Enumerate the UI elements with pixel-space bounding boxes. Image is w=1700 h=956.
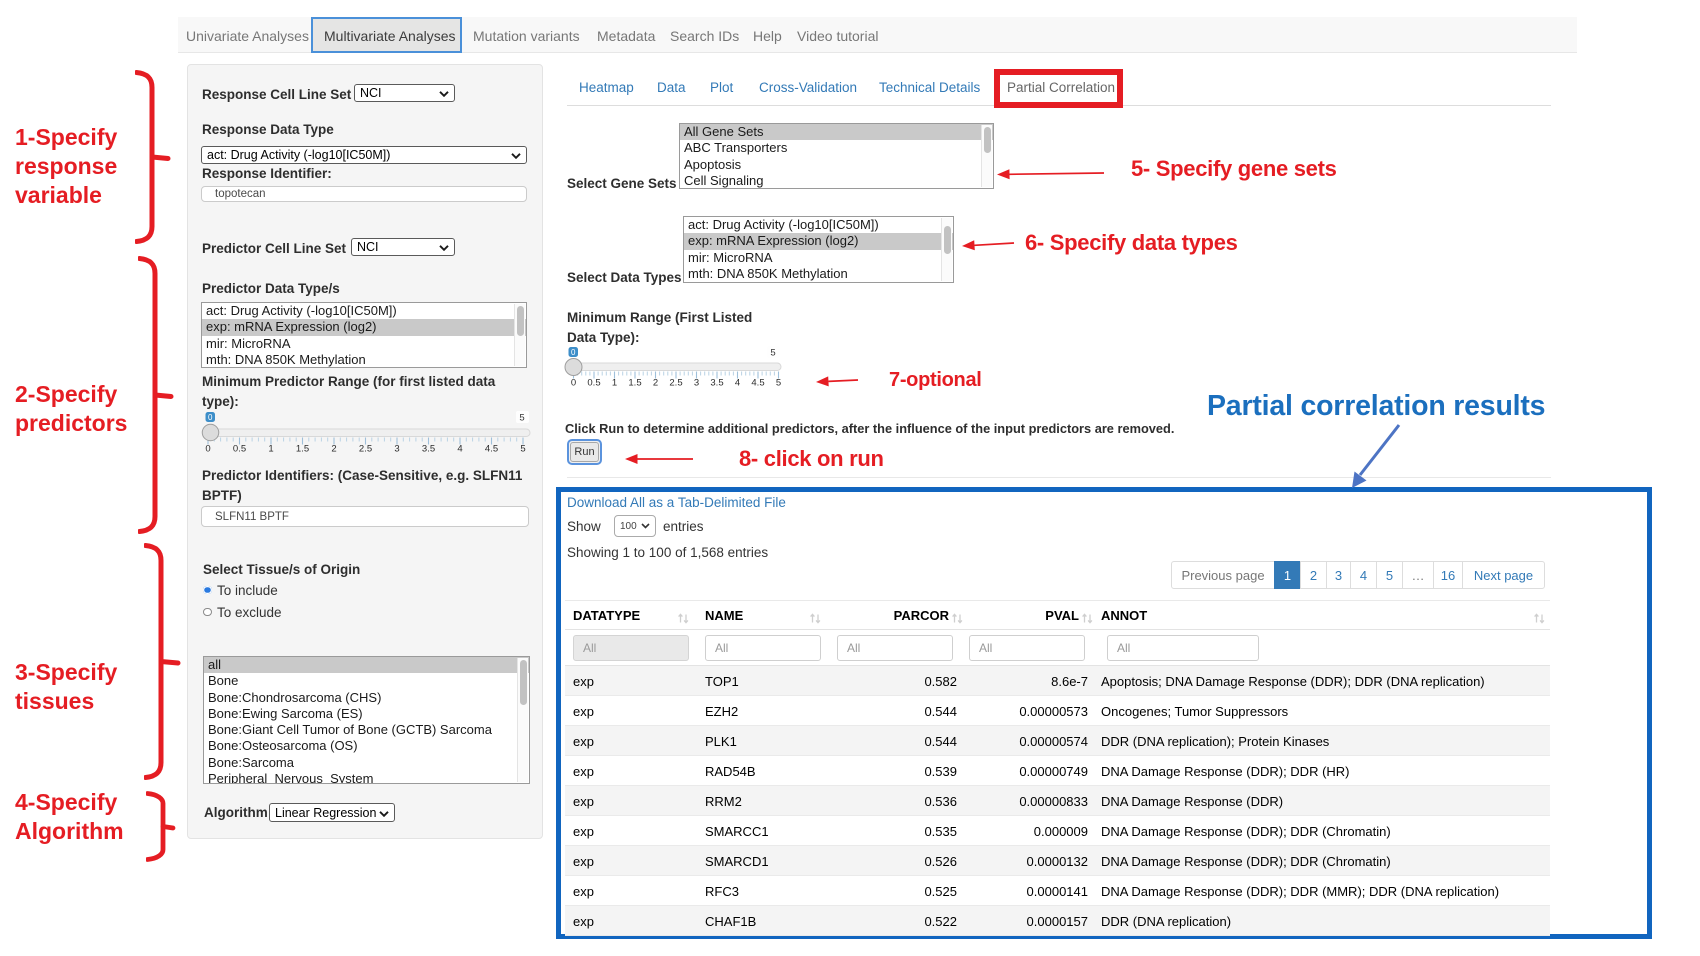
svg-text:3.5: 3.5 bbox=[710, 378, 723, 389]
svg-text:5: 5 bbox=[519, 413, 524, 424]
svg-text:0.5: 0.5 bbox=[233, 444, 246, 455]
svg-text:4.5: 4.5 bbox=[485, 444, 498, 455]
svg-text:0: 0 bbox=[205, 444, 210, 455]
svg-text:5: 5 bbox=[520, 444, 525, 455]
svg-text:1: 1 bbox=[268, 444, 273, 455]
svg-text:5: 5 bbox=[776, 378, 781, 389]
svg-text:0.5: 0.5 bbox=[587, 378, 600, 389]
svg-text:3: 3 bbox=[394, 444, 399, 455]
svg-text:5: 5 bbox=[770, 348, 775, 359]
svg-text:2: 2 bbox=[331, 444, 336, 455]
svg-text:0: 0 bbox=[571, 378, 576, 389]
svg-text:4: 4 bbox=[735, 378, 740, 389]
svg-text:3: 3 bbox=[694, 378, 699, 389]
svg-text:2: 2 bbox=[653, 378, 658, 389]
svg-text:2.5: 2.5 bbox=[359, 444, 372, 455]
svg-text:1.5: 1.5 bbox=[296, 444, 309, 455]
svg-text:0: 0 bbox=[208, 413, 213, 422]
svg-text:4: 4 bbox=[457, 444, 462, 455]
svg-text:4.5: 4.5 bbox=[751, 378, 764, 389]
svg-text:2.5: 2.5 bbox=[669, 378, 682, 389]
svg-text:1: 1 bbox=[612, 378, 617, 389]
svg-text:1.5: 1.5 bbox=[628, 378, 641, 389]
svg-text:0: 0 bbox=[571, 348, 576, 357]
svg-text:3.5: 3.5 bbox=[422, 444, 435, 455]
